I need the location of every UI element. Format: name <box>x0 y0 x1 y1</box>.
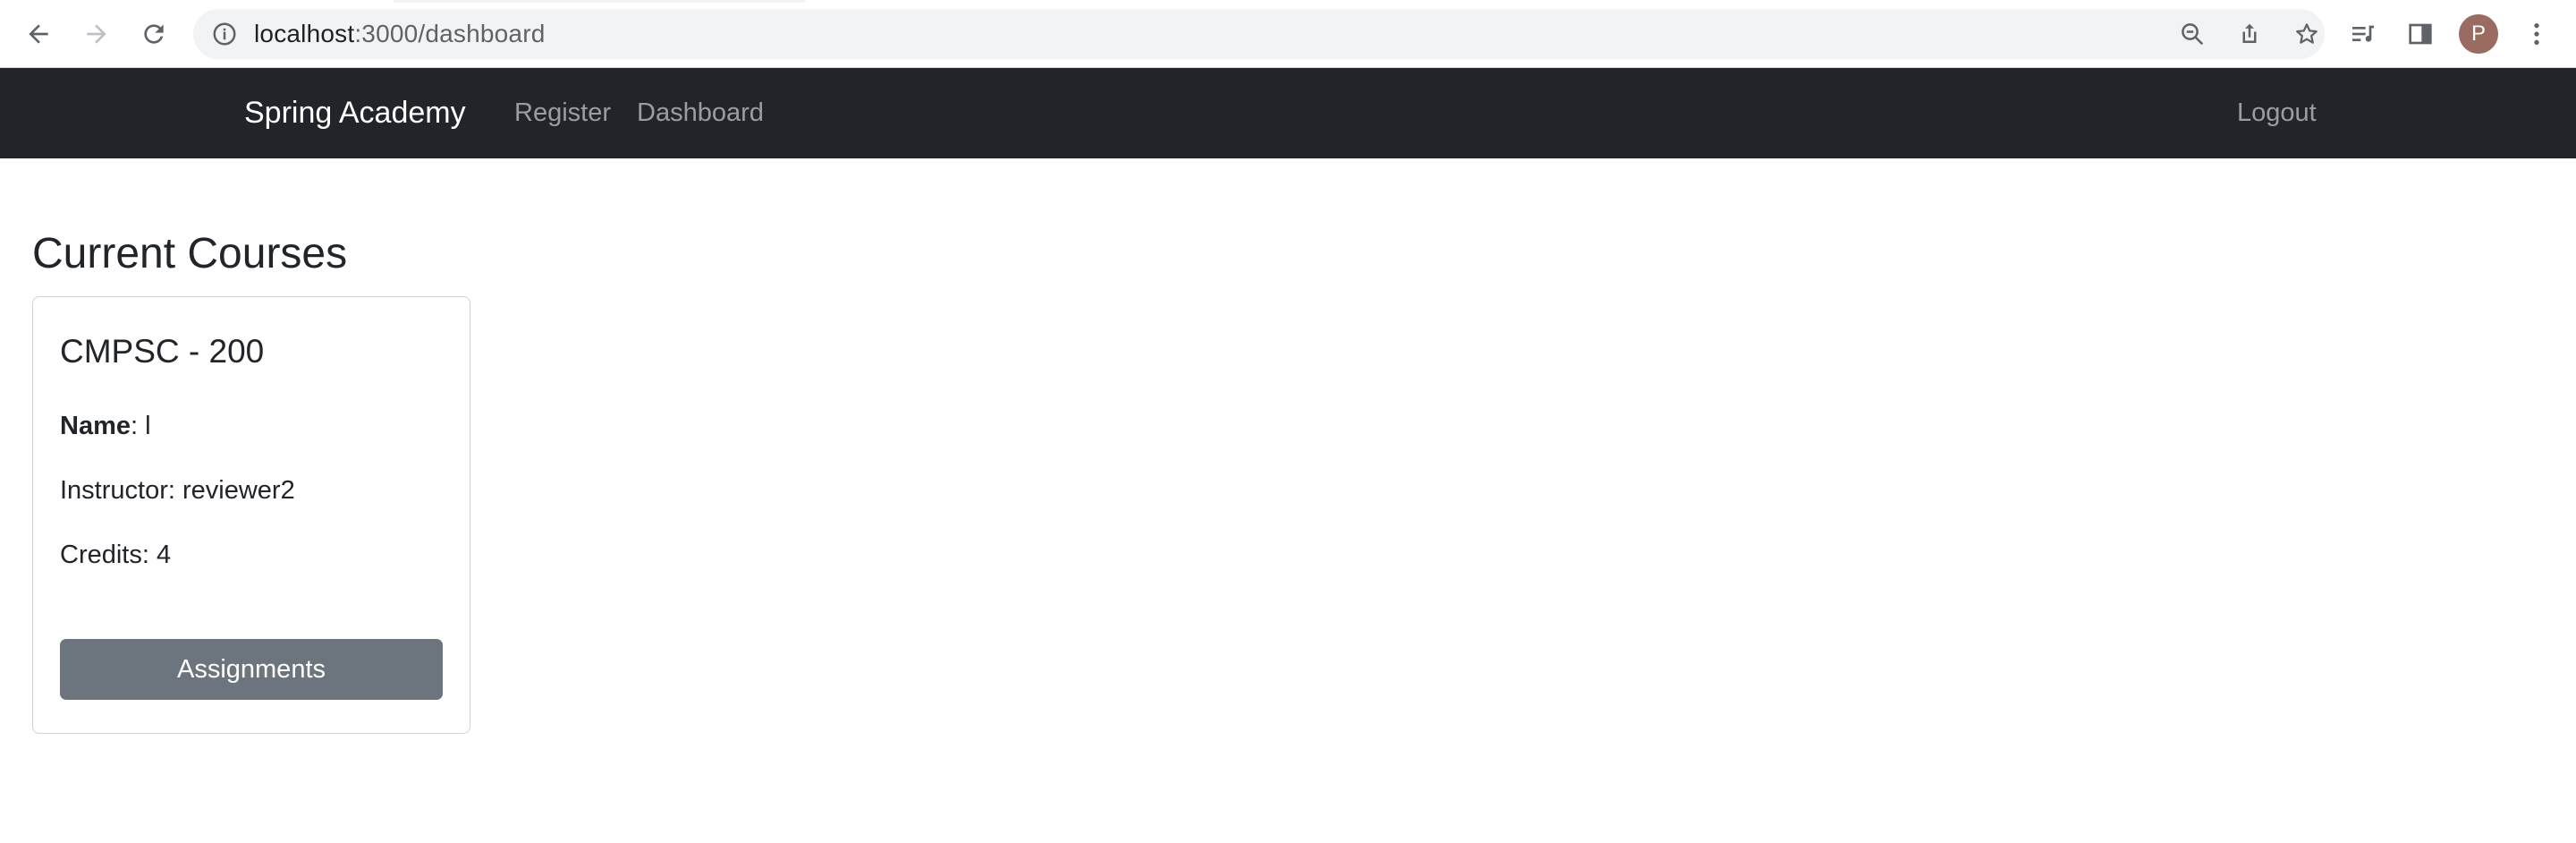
url-text[interactable]: localhost:3000/dashboard <box>254 9 546 59</box>
back-button[interactable] <box>21 16 56 52</box>
back-arrow-icon <box>29 24 48 44</box>
zoom-out-icon[interactable] <box>2179 21 2206 47</box>
bookmark-star-icon[interactable] <box>2293 21 2320 47</box>
course-card: CMPSC - 200 Name: l Instructor: reviewer… <box>32 296 470 734</box>
nav-link-register[interactable]: Register <box>514 68 611 158</box>
course-instructor: Instructor: reviewer2 <box>60 476 295 505</box>
profile-avatar[interactable]: P <box>2459 14 2498 54</box>
course-code: CMPSC - 200 <box>60 333 265 370</box>
kebab-menu-icon <box>2534 23 2539 45</box>
page-title: Current Courses <box>32 230 348 277</box>
brand-link[interactable]: Spring Academy <box>244 68 466 158</box>
address-bar[interactable]: localhost:3000/dashboard <box>193 9 2325 59</box>
app-navbar: Spring Academy Register Dashboard Logout <box>0 68 2576 158</box>
url-host: localhost <box>254 20 355 47</box>
active-tab-edge <box>394 0 805 3</box>
forward-arrow-icon <box>87 24 106 44</box>
browser-toolbar: localhost:3000/dashboard P <box>0 0 2576 68</box>
assignments-button[interactable]: Assignments <box>60 639 443 700</box>
course-name: Name: l <box>60 412 151 441</box>
course-name-label: Name <box>60 412 131 440</box>
forward-button[interactable] <box>79 16 114 52</box>
reload-icon <box>144 24 164 44</box>
course-name-value: : l <box>131 412 151 440</box>
media-controls-button[interactable] <box>2345 16 2381 52</box>
share-icon[interactable] <box>2236 21 2263 47</box>
nav-link-dashboard[interactable]: Dashboard <box>637 68 764 158</box>
logout-link[interactable]: Logout <box>2237 68 2317 158</box>
url-path: :3000/dashboard <box>354 20 546 47</box>
reload-button[interactable] <box>136 16 172 52</box>
media-queue-icon <box>2352 25 2374 42</box>
side-panel-icon <box>2409 23 2432 45</box>
side-panel-button[interactable] <box>2402 16 2438 52</box>
course-credits: Credits: 4 <box>60 541 172 569</box>
browser-menu-button[interactable] <box>2519 16 2555 52</box>
site-info-icon[interactable] <box>211 21 238 47</box>
